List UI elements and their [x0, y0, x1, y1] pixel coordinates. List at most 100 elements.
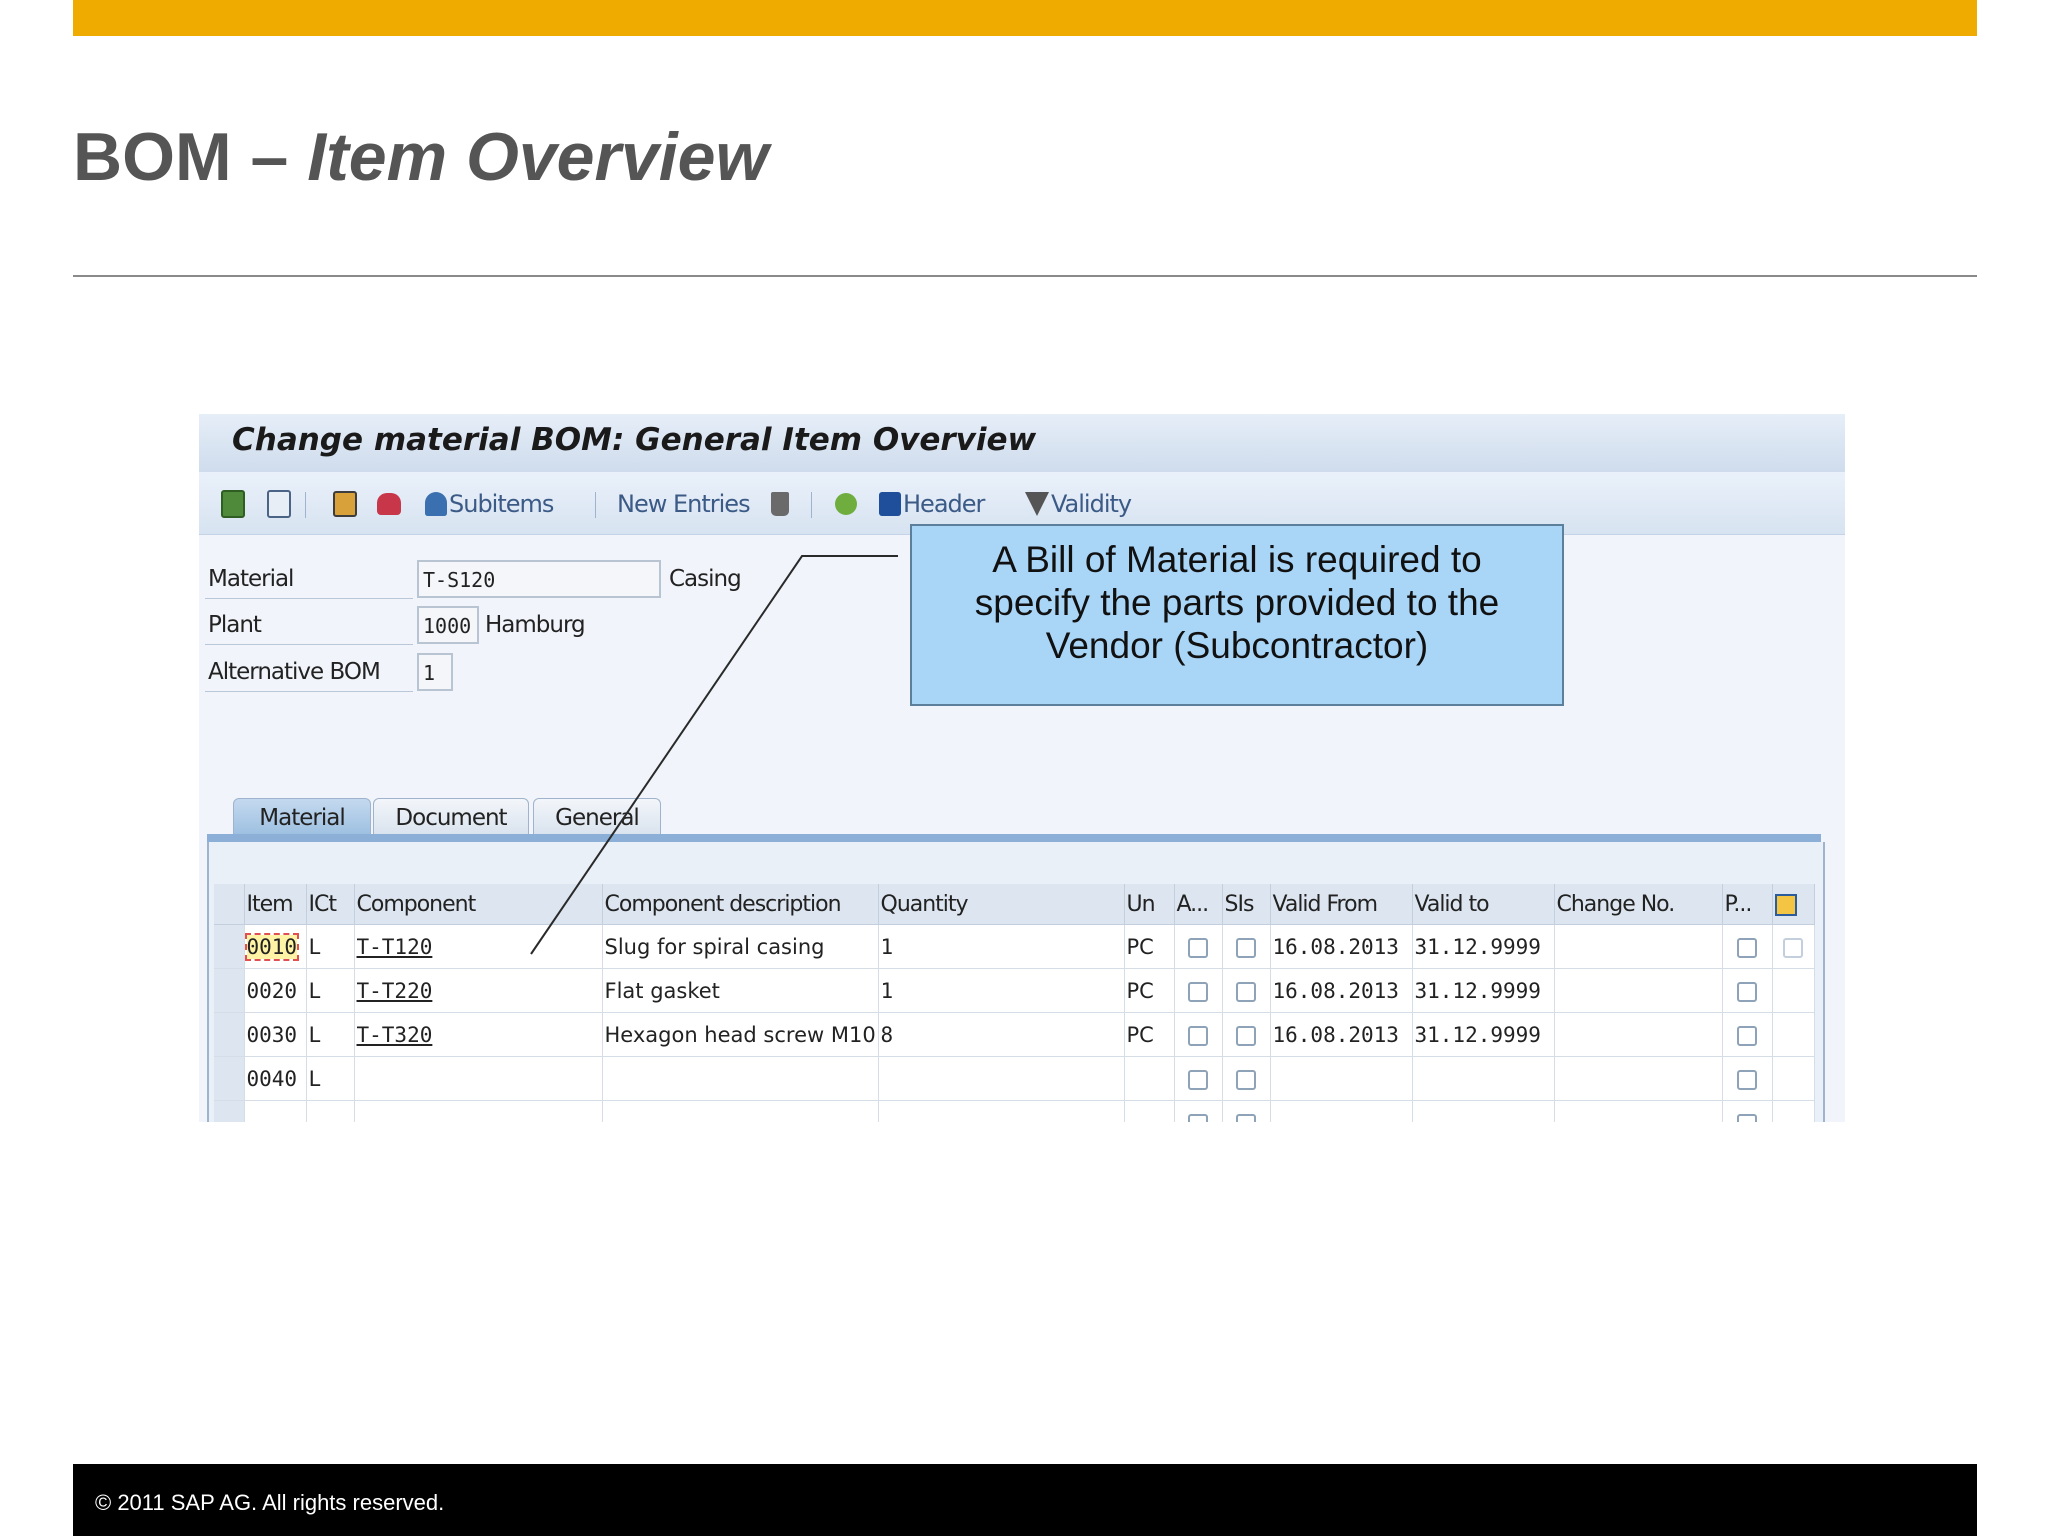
unit[interactable]: PC [1124, 924, 1175, 969]
component-description[interactable]: Slug for spiral casing [602, 924, 879, 969]
unit[interactable] [1124, 1056, 1175, 1101]
assembly-checkbox[interactable] [1188, 1113, 1208, 1122]
component-link[interactable]: T-T120 [354, 924, 603, 969]
column-header-description[interactable]: Component description [602, 884, 879, 925]
valid-from[interactable]: 16.08.2013 [1270, 1012, 1413, 1057]
change-number[interactable] [1554, 1012, 1723, 1057]
scroll-indicator[interactable] [1783, 937, 1803, 958]
table-row[interactable]: 0020 L T-T220 Flat gasket 1 PC 16.08.201… [214, 968, 1815, 1013]
p-checkbox[interactable] [1737, 937, 1757, 958]
unit[interactable]: PC [1124, 1012, 1175, 1057]
item-detail-icon[interactable] [333, 490, 357, 518]
column-header-valid-to[interactable]: Valid to [1412, 884, 1555, 925]
table-row[interactable]: 0010 L T-T120 Slug for spiral casing 1 P… [214, 924, 1815, 969]
column-header-valid-from[interactable]: Valid From [1270, 884, 1413, 925]
valid-from[interactable]: 16.08.2013 [1270, 924, 1413, 969]
item-number[interactable]: 0040 [244, 1056, 307, 1101]
item-category[interactable]: L [306, 968, 355, 1013]
quantity[interactable] [878, 1056, 1125, 1101]
tab-general[interactable]: General [533, 798, 661, 836]
quantity[interactable]: 1 [878, 924, 1125, 969]
sls-checkbox[interactable] [1236, 1069, 1256, 1090]
unit[interactable]: PC [1124, 968, 1175, 1013]
header-button[interactable]: Header [879, 490, 985, 518]
item-category[interactable]: L [306, 924, 355, 969]
item-number[interactable]: 0030 [244, 1012, 307, 1057]
row-selector[interactable] [214, 924, 245, 969]
row-selector-header[interactable] [214, 884, 245, 925]
plant-label: Plant [208, 612, 262, 638]
row-selector[interactable] [214, 1056, 245, 1101]
assembly-checkbox[interactable] [1188, 937, 1208, 958]
row-selector[interactable] [214, 1012, 245, 1057]
item-number[interactable]: 0010 [244, 932, 300, 961]
first-page-icon[interactable] [221, 490, 245, 518]
tab-material[interactable]: Material [233, 798, 371, 836]
sls-checkbox[interactable] [1236, 937, 1256, 958]
quantity[interactable]: 1 [878, 968, 1125, 1013]
component-link[interactable]: T-T220 [354, 968, 603, 1013]
column-header-unit[interactable]: Un [1124, 884, 1175, 925]
label-underline [205, 598, 413, 599]
subitems-button[interactable]: Subitems [425, 490, 554, 518]
delete-icon[interactable] [771, 490, 789, 518]
change-number[interactable] [1554, 1056, 1723, 1101]
table-row[interactable] [214, 1100, 1815, 1122]
valid-to[interactable] [1412, 1056, 1555, 1101]
new-entries-button[interactable]: New Entries [617, 490, 751, 518]
material-field[interactable]: T-S120 [417, 560, 661, 598]
item-number[interactable]: 0020 [244, 968, 307, 1013]
column-header-item[interactable]: Item [244, 884, 307, 925]
tab-document[interactable]: Document [373, 798, 529, 836]
scrollbar-track[interactable] [1772, 1056, 1815, 1101]
validity-button[interactable]: Validity [1025, 490, 1132, 518]
row-selector[interactable] [214, 1100, 245, 1122]
column-header-ict[interactable]: ICt [306, 884, 355, 925]
component-link[interactable] [354, 1056, 603, 1101]
valid-from[interactable] [1270, 1056, 1413, 1101]
column-header-quantity[interactable]: Quantity [878, 884, 1125, 925]
valid-to[interactable]: 31.12.9999 [1412, 1012, 1555, 1057]
sls-checkbox[interactable] [1236, 1113, 1256, 1122]
print-icon[interactable] [377, 490, 401, 518]
component-description[interactable] [602, 1056, 879, 1101]
sls-checkbox[interactable] [1236, 981, 1256, 1002]
p-checkbox[interactable] [1737, 1113, 1757, 1122]
p-checkbox[interactable] [1737, 981, 1757, 1002]
component-description[interactable]: Hexagon head screw M10 [602, 1012, 879, 1057]
callout-line-2: specify the parts provided to the [974, 582, 1500, 623]
component-link[interactable]: T-T320 [354, 1012, 603, 1057]
valid-from[interactable]: 16.08.2013 [1270, 968, 1413, 1013]
table-row[interactable]: 0040 L [214, 1056, 1815, 1101]
column-header-sls[interactable]: SIs [1222, 884, 1271, 925]
table-row[interactable]: 0030 L T-T320 Hexagon head screw M10 8 P… [214, 1012, 1815, 1057]
column-header-change-no[interactable]: Change No. [1554, 884, 1723, 925]
p-checkbox[interactable] [1737, 1025, 1757, 1046]
item-category[interactable]: L [306, 1012, 355, 1057]
assembly-checkbox[interactable] [1188, 981, 1208, 1002]
column-header-component[interactable]: Component [354, 884, 603, 925]
change-number[interactable] [1554, 924, 1723, 969]
column-settings-icon[interactable] [1772, 884, 1815, 925]
assembly-checkbox[interactable] [1188, 1025, 1208, 1046]
sls-checkbox[interactable] [1236, 1025, 1256, 1046]
validity-label: Validity [1051, 490, 1132, 518]
scrollbar-track[interactable] [1772, 968, 1815, 1013]
plant-description: Hamburg [485, 612, 586, 638]
valid-to[interactable]: 31.12.9999 [1412, 924, 1555, 969]
scrollbar-track[interactable] [1772, 1012, 1815, 1057]
item-category[interactable]: L [306, 1056, 355, 1101]
component-description[interactable]: Flat gasket [602, 968, 879, 1013]
change-icon[interactable] [835, 490, 857, 518]
plant-field[interactable]: 1000 [417, 606, 479, 644]
quantity[interactable]: 8 [878, 1012, 1125, 1057]
row-selector[interactable] [214, 968, 245, 1013]
column-header-p[interactable]: P... [1722, 884, 1773, 925]
p-checkbox[interactable] [1737, 1069, 1757, 1090]
valid-to[interactable]: 31.12.9999 [1412, 968, 1555, 1013]
assembly-checkbox[interactable] [1188, 1069, 1208, 1090]
change-number[interactable] [1554, 968, 1723, 1013]
alternative-bom-field[interactable]: 1 [417, 653, 453, 691]
next-page-icon[interactable] [267, 490, 291, 518]
column-header-assembly[interactable]: A... [1174, 884, 1223, 925]
